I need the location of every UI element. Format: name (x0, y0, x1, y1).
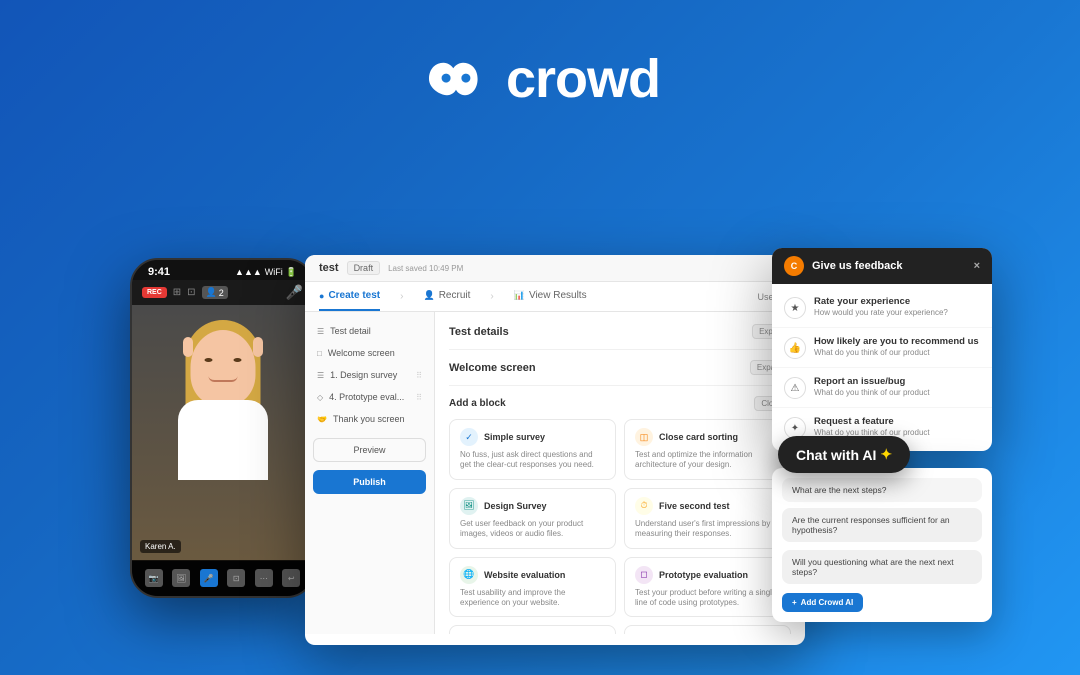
prototype-icon: ◇ (317, 393, 323, 402)
phone-video-content: Karen A. (132, 305, 313, 561)
feedback-recommend[interactable]: 👍 How likely are you to recommend us Wha… (772, 328, 992, 368)
feedback-rate-experience[interactable]: ★ Rate your experience How would you rat… (772, 288, 992, 328)
feedback-report-bug[interactable]: ⚠ Report an issue/bug What do you think … (772, 368, 992, 408)
phone-mockup: 9:41 ▲▲▲WiFi🔋 REC ⊞ ⊡ 👤 2 🎤 Kare (130, 258, 315, 598)
sidebar-welcome-screen[interactable]: □ Welcome screen (305, 342, 434, 364)
sidebar-prototype-eval[interactable]: ◇ 4. Prototype eval... ⠿ (305, 386, 434, 408)
drag-handle: ⠿ (416, 371, 422, 380)
nav-create-test[interactable]: ● Create test (319, 282, 380, 311)
drag-handle-2: ⠿ (416, 393, 422, 402)
publish-button[interactable]: Publish (313, 470, 426, 494)
phone-person-label: Karen A. (140, 540, 181, 553)
ai-bubble-2: Are the current responses sufficient for… (782, 508, 982, 542)
app-body: ☰ Test detail □ Welcome screen ☰ 1. Desi… (305, 312, 805, 634)
warning-icon: ⚠ (784, 377, 806, 399)
chat-ai-label: Chat with AI (796, 447, 876, 463)
star-icon: ★ (784, 297, 806, 319)
app-title: test (319, 262, 339, 274)
design-survey-block-icon: 🖼 (460, 497, 478, 515)
block-design-survey[interactable]: 🖼 Design Survey Get user feedback on you… (449, 488, 616, 549)
mic-icon[interactable]: 🎤 (200, 569, 218, 587)
app-draft-badge: Draft (347, 261, 381, 275)
phone-toolbar: REC ⊞ ⊡ 👤 2 🎤 (132, 280, 313, 305)
sidebar-thank-you[interactable]: 🤝 Thank you screen (305, 408, 434, 430)
app-last-saved: Last saved 10:49 PM (388, 264, 463, 273)
sidebar-test-detail[interactable]: ☰ Test detail (305, 320, 434, 342)
thank-you-icon: 🤝 (317, 415, 327, 424)
block-website-evaluation[interactable]: 🌐 Website evaluation Test usability and … (449, 557, 616, 618)
test-details-header: Test details Expa... (449, 324, 791, 339)
ai-chat-popup: What are the next steps? Are the current… (772, 468, 992, 622)
welcome-icon: □ (317, 349, 322, 358)
block-simple-survey[interactable]: ✓ Simple survey No fuss, just ask direct… (449, 419, 616, 480)
ai-question: Will you questioning what are the next n… (782, 550, 982, 584)
simple-survey-icon: ✓ (460, 428, 478, 446)
feedback-title: Give us feedback (812, 260, 903, 272)
rec-button[interactable]: REC (142, 287, 167, 298)
thumbs-up-icon: 👍 (784, 337, 806, 359)
app-nav: ● Create test › 👤 Recruit › 📊 View Resul… (305, 282, 805, 312)
nav-recruit[interactable]: 👤 Recruit (423, 282, 470, 311)
prototype-eval-icon: ◻ (635, 566, 653, 584)
end-icon[interactable]: ↩ (282, 569, 300, 587)
more-icon[interactable]: ⋯ (255, 569, 273, 587)
app-main-content: Test details Expa... Welcome screen Expa… (435, 312, 805, 634)
website-eval-icon: 🌐 (460, 566, 478, 584)
logo-area: crowd (420, 48, 660, 110)
phone-signal: ▲▲▲WiFi🔋 (235, 267, 297, 278)
block-five-second-test[interactable]: ⏱ Five second test Understand user's fir… (624, 488, 791, 549)
block-close-card-sorting[interactable]: ◫ Close card sorting Test and optimize t… (624, 419, 791, 480)
blocks-grid: ✓ Simple survey No fuss, just ask direct… (449, 419, 791, 634)
ai-add-button[interactable]: + Add Crowd AI (782, 593, 863, 612)
add-block-bar: Add a block Clos... (449, 396, 791, 411)
chat-ai-button[interactable]: Chat with AI ✦ (778, 436, 910, 473)
crowd-logo-icon (420, 55, 492, 103)
feedback-items-list: ★ Rate your experience How would you rat… (772, 284, 992, 451)
preview-button[interactable]: Preview (313, 438, 426, 462)
sparkle-icon: ✦ (880, 446, 892, 463)
welcome-screen-title: Welcome screen (449, 362, 536, 374)
phone-status-bar: 9:41 ▲▲▲WiFi🔋 (132, 260, 313, 280)
phone-mute-icon: 🎤 (286, 284, 303, 301)
block-prototype-eval[interactable]: ◻ Prototype evaluation Test your product… (624, 557, 791, 618)
image-icon[interactable]: 🖼 (172, 569, 190, 587)
sidebar-design-survey[interactable]: ☰ 1. Design survey ⠿ (305, 364, 434, 386)
test-detail-icon: ☰ (317, 327, 324, 336)
feedback-header: C Give us feedback × (772, 248, 992, 284)
app-window: test Draft Last saved 10:49 PM ● Create … (305, 255, 805, 645)
app-sidebar: ☰ Test detail □ Welcome screen ☰ 1. Desi… (305, 312, 435, 634)
design-survey-icon: ☰ (317, 371, 324, 380)
test-details-title: Test details (449, 326, 509, 338)
feedback-logo-icon: C (784, 256, 804, 276)
feedback-panel: C Give us feedback × ★ Rate your experie… (772, 248, 992, 451)
screen-icon[interactable]: ⊡ (227, 569, 245, 587)
phone-time: 9:41 (148, 266, 170, 278)
nav-view-results[interactable]: 📊 View Results (514, 282, 587, 311)
block-preference-test[interactable]: ⚖ Preference test (449, 625, 616, 634)
welcome-screen-header: Welcome screen Expand (449, 360, 791, 375)
ai-bubble-1: What are the next steps? (782, 478, 982, 502)
logo-text: crowd (506, 48, 660, 110)
five-second-icon: ⏱ (635, 497, 653, 515)
feedback-close-button[interactable]: × (974, 260, 980, 272)
camera-icon[interactable]: 📷 (145, 569, 163, 587)
close-card-sorting-icon: ◫ (635, 428, 653, 446)
app-titlebar: test Draft Last saved 10:49 PM (305, 255, 805, 282)
add-block-title: Add a block (449, 398, 506, 409)
block-context-screen[interactable]: ◈ Context screen (624, 625, 791, 634)
phone-bottom-bar: 📷 🖼 🎤 ⊡ ⋯ ↩ (132, 560, 313, 596)
